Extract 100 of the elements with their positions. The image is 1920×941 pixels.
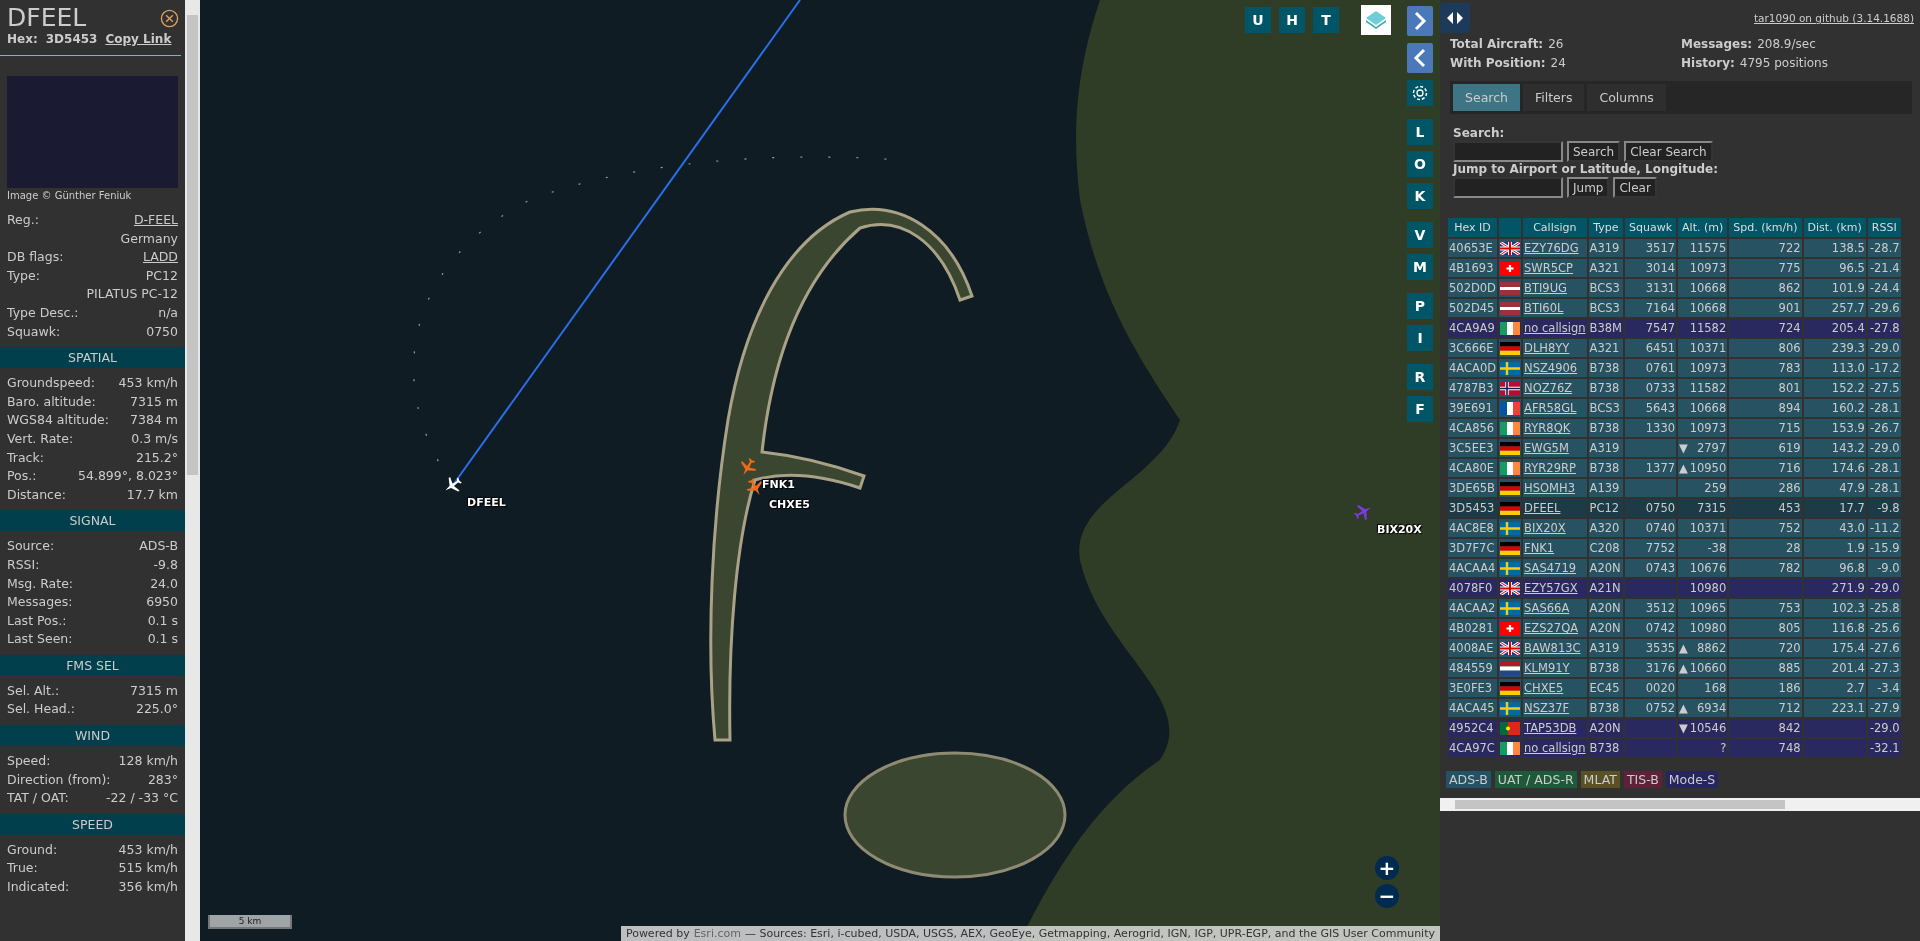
aircraft-row[interactable]: 4B0281 EZS27QA A20N 0742 10980 805 116.8 -25.6: [1448, 619, 1901, 637]
aircraft-row[interactable]: 3C666E DLH8YY A321 6451 10371 806 239.3 -29.0: [1448, 339, 1901, 357]
aircraft-row[interactable]: 3E0FE3 CHXE5 EC45 0020 168 186 2.7 -3.4: [1448, 679, 1901, 697]
aircraft-row[interactable]: 4CA97C no callsign B738 ? 748 -32.1: [1448, 739, 1901, 757]
map-toggle-button[interactable]: K: [1407, 183, 1433, 209]
tab[interactable]: Filters: [1522, 84, 1585, 111]
table-cell: 453: [1729, 499, 1802, 517]
chevron-right-icon[interactable]: [1407, 6, 1433, 36]
column-header[interactable]: Hex ID: [1448, 218, 1498, 237]
search-button[interactable]: Search: [1567, 141, 1621, 162]
column-header[interactable]: RSSI: [1867, 218, 1901, 237]
clear-search-button[interactable]: Clear Search: [1624, 141, 1713, 162]
info-label: Messages:: [7, 593, 73, 612]
aircraft-row[interactable]: 3D7F7C FNK1 C208 7752 -38 28 1.9 -15.9: [1448, 539, 1901, 557]
map-toggle-button[interactable]: T: [1313, 7, 1339, 33]
table-cell: 901: [1729, 299, 1802, 317]
column-header[interactable]: Type: [1588, 218, 1624, 237]
table-cell: 3C666E: [1448, 339, 1498, 357]
aircraft-row[interactable]: 4CA9A9 no callsign B38M 7547 11582 724 205.4 -27.8: [1448, 319, 1901, 337]
github-link[interactable]: tar1090 on github (3.14.1688): [1754, 12, 1914, 24]
aircraft-row[interactable]: 502D0D BTI9UG BCS3 3131 10668 862 101.9 -24.4: [1448, 279, 1901, 297]
settings-icon[interactable]: [1407, 80, 1433, 106]
aircraft-row[interactable]: 4787B3 NOZ76Z B738 0733 11582 801 152.2 -27.5: [1448, 379, 1901, 397]
callsign-link[interactable]: no callsign: [1524, 321, 1586, 335]
close-icon[interactable]: [160, 8, 179, 28]
aircraft-row[interactable]: 3DE65B HSOMH3 A139 259 286 47.9 -28.1: [1448, 479, 1901, 497]
aircraft-row[interactable]: 4952C4 TAP53DB A20N ▼10546 842 -29.0: [1448, 719, 1901, 737]
layers-icon[interactable]: [1361, 5, 1391, 35]
table-cell: 43.0: [1803, 519, 1866, 537]
map-toggle-button[interactable]: R: [1407, 364, 1433, 390]
column-header[interactable]: Alt. (m): [1678, 218, 1728, 237]
table-cell: 10371: [1678, 339, 1728, 357]
map-toggle-button[interactable]: O: [1407, 151, 1433, 177]
aircraft-row[interactable]: 4CA856 RYR8QK B738 1330 10973 715 153.9 -26.7: [1448, 419, 1901, 437]
info-link[interactable]: LADD: [142, 248, 178, 267]
aircraft-row[interactable]: 4CA80E RYR29RP B738 1377 ▲10950 716 174.6 -28.1: [1448, 459, 1901, 477]
copy-link[interactable]: Copy Link: [105, 32, 172, 46]
map-toggle-button[interactable]: V: [1407, 222, 1433, 248]
aircraft-row[interactable]: 40653E EZY76DG A319 3517 11575 722 138.5 -28.7: [1448, 239, 1901, 257]
map-toggle-button[interactable]: H: [1279, 7, 1305, 33]
info-link[interactable]: D-FEEL: [133, 211, 178, 230]
table-cell: 10980: [1678, 619, 1728, 637]
aircraft-row[interactable]: 4ACAA4 SAS4719 A20N 0743 10676 782 96.8 -9.0: [1448, 559, 1901, 577]
info-label: Baro. altitude:: [7, 392, 96, 411]
map-toggle-button[interactable]: M: [1407, 254, 1433, 280]
chevron-left-icon[interactable]: [1407, 43, 1433, 73]
aircraft-row[interactable]: 4ACA0D NSZ4906 B738 0761 10973 783 113.0 -17.2: [1448, 359, 1901, 377]
map-toggle-button[interactable]: F: [1407, 396, 1433, 422]
table-cell: 10676: [1678, 559, 1728, 577]
scrollbar[interactable]: [185, 0, 200, 941]
attribution-text: — Sources: Esri, i-cubed, USDA, USGS, AEX, GeoEye, Getmapping, Aerogrid, IGN, IGP, UPR-EGP, and the GIS User Community: [744, 927, 1435, 940]
table-cell: 205.4: [1803, 319, 1866, 337]
jump-button[interactable]: Jump: [1567, 177, 1610, 198]
info-value: -9.8: [153, 555, 178, 574]
aircraft-row[interactable]: 4B1693 SWR5CP A321 3014 10973 775 96.5 -21.4: [1448, 259, 1901, 277]
table-cell: A20N: [1588, 559, 1624, 577]
map-toggle-button[interactable]: U: [1245, 7, 1271, 33]
search-field[interactable]: [1453, 141, 1563, 162]
map-toggle-button[interactable]: I: [1407, 325, 1433, 351]
table-cell: 0761: [1625, 359, 1677, 377]
aircraft-row[interactable]: 502D45 BTI60L BCS3 7164 10668 901 257.7 -29.6: [1448, 299, 1901, 317]
attribution-link[interactable]: Esri.com: [693, 927, 741, 940]
aircraft-row[interactable]: 4ACAA2 SAS66A A20N 3512 10965 753 102.3 -25.8: [1448, 599, 1901, 617]
tab[interactable]: Search: [1453, 84, 1520, 111]
map-toggle-button[interactable]: P: [1407, 293, 1433, 319]
aircraft-row[interactable]: 4AC8E8 BIX20X A320 0740 10371 752 43.0 -11.2: [1448, 519, 1901, 537]
scrollbar[interactable]: [1440, 798, 1920, 811]
table-cell: 11575: [1678, 239, 1728, 257]
table-cell: ?: [1678, 739, 1728, 757]
column-header[interactable]: Squawk: [1625, 218, 1677, 237]
table-cell: 722: [1729, 239, 1802, 257]
table-cell: 7547: [1625, 319, 1677, 337]
table-cell: 175.4: [1803, 639, 1866, 657]
map-toggle-button[interactable]: L: [1407, 119, 1433, 145]
callsign-link[interactable]: no callsign: [1524, 741, 1586, 755]
table-cell: -24.4: [1867, 279, 1901, 297]
clear-button[interactable]: Clear: [1613, 177, 1657, 198]
aircraft-row[interactable]: 4008AE BAW813C A319 3535 ▲ 8862 720 175.4 -27.6: [1448, 639, 1901, 657]
aircraft-icon[interactable]: [746, 478, 762, 495]
table-cell: -29.0: [1867, 339, 1901, 357]
table-cell: A20N: [1588, 599, 1624, 617]
table-cell: 4CA856: [1448, 419, 1498, 437]
aircraft-row[interactable]: 4ACA45 NSZ37F B738 0752 ▲ 6934 712 223.1 -27.9: [1448, 699, 1901, 717]
aircraft-row[interactable]: 3D5453 DFEEL PC12 0750 7315 453 17.7 -9.8: [1448, 499, 1901, 517]
table-cell: ▼10546: [1678, 719, 1728, 737]
column-header[interactable]: Spd. (km/h): [1729, 218, 1802, 237]
tab[interactable]: Columns: [1587, 84, 1666, 111]
info-label: Sel. Head.:: [7, 700, 75, 719]
aircraft-row[interactable]: 4078F0 EZY57GX A21N 10980 271.9 -29.0: [1448, 579, 1901, 597]
aircraft-row[interactable]: 39E691 AFR58GL BCS3 5643 10668 894 160.2 -28.1: [1448, 399, 1901, 417]
table-cell: 4ACA45: [1448, 699, 1498, 717]
expand-collapse-icon[interactable]: [1440, 3, 1470, 33]
aircraft-row[interactable]: 3C5EE3 EWG5M A319 ▼ 2797 619 143.2 -29.0: [1448, 439, 1901, 457]
column-header[interactable]: Callsign: [1523, 218, 1587, 237]
aircraft-row[interactable]: 484559 KLM91Y B738 3176 ▲10660 885 201.4 -27.3: [1448, 659, 1901, 677]
aircraft-icon[interactable]: [445, 476, 462, 492]
table-cell: 4787B3: [1448, 379, 1498, 397]
jump-field[interactable]: [1453, 177, 1563, 198]
search-label: Search:: [1453, 126, 1506, 141]
column-header[interactable]: Dist. (km): [1803, 218, 1866, 237]
